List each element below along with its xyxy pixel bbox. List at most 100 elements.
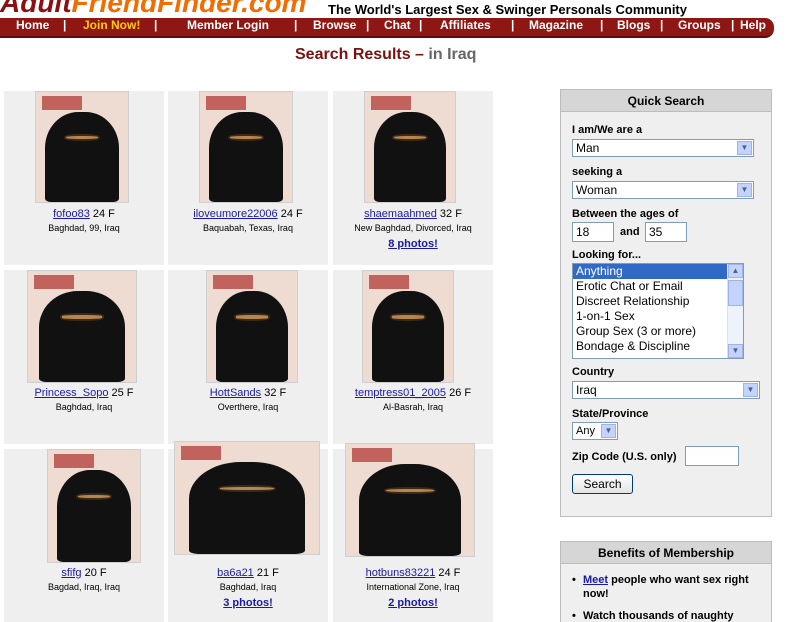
nav-browse[interactable]: Browse [313, 18, 356, 36]
chevron-down-icon[interactable]: ▼ [728, 344, 743, 358]
iam-label: I am/We are a [572, 124, 643, 136]
scrollbar-thumb[interactable] [728, 280, 743, 306]
meet-link[interactable]: Meet [583, 574, 608, 586]
profile-photo[interactable] [362, 270, 454, 383]
photos-link[interactable]: 2 photos! [333, 597, 493, 609]
listbox-option[interactable]: 1-on-1 Sex [573, 309, 743, 324]
age-gender: 24 F [92, 208, 115, 220]
listbox-option[interactable]: Group Sex (3 or more) [573, 324, 743, 339]
photo-eyes [75, 492, 113, 501]
photo-figure [374, 111, 446, 202]
chevron-down-icon: ▼ [601, 424, 616, 438]
country-select[interactable]: Iraq ▼ [572, 381, 760, 399]
profile-photo[interactable] [364, 91, 456, 203]
nav-separator: | [600, 18, 604, 32]
nav-help[interactable]: Help [740, 18, 766, 36]
profile-photo[interactable] [345, 443, 475, 557]
user-location: Al-Basrah, Iraq [382, 402, 444, 412]
username-link[interactable]: temptress01_2005 [355, 387, 446, 399]
logo-part-1: Adult [0, 0, 72, 14]
photo-figure [57, 470, 131, 562]
result-card: ba6a21 21 F Baghdad, Iraq 3 photos! [168, 441, 328, 622]
iam-select-value: Man [576, 141, 600, 155]
username-line: temptress01_2005 26 F [333, 387, 493, 399]
nav-groups[interactable]: Groups [678, 18, 721, 36]
nav-affiliates[interactable]: Affiliates [440, 18, 491, 36]
photos-link[interactable]: 8 photos! [333, 238, 493, 250]
nav-separator: | [294, 18, 298, 32]
photo-background-text [181, 446, 221, 460]
profile-photo[interactable] [35, 91, 129, 203]
result-card: sfifg 20 F Bagdad, Iraq, Iraq [4, 449, 164, 622]
photo-figure [38, 290, 126, 382]
profile-photo[interactable] [206, 270, 298, 383]
profile-photo[interactable] [174, 441, 320, 555]
username-link[interactable]: ba6a21 [217, 567, 254, 579]
site-logo[interactable]: AdultFriendFinder.com [0, 0, 306, 14]
nav-separator: | [660, 18, 664, 32]
username-link[interactable]: fofoo83 [53, 208, 90, 220]
user-location: Baghdad, Iraq [55, 402, 113, 412]
username-link[interactable]: sfifg [61, 567, 81, 579]
listbox-option[interactable]: Discreet Relationship [573, 294, 743, 309]
nav-home[interactable]: Home [16, 18, 49, 36]
result-card: shaemaahmed 32 F New Baghdad, Divorced, … [333, 91, 493, 265]
chevron-up-icon[interactable]: ▲ [728, 264, 743, 278]
age-max-input[interactable]: 35 [645, 222, 687, 242]
nav-separator: | [63, 18, 67, 32]
looking-for-listbox[interactable]: Anything Erotic Chat or Email Discreet R… [572, 263, 744, 359]
age-min-input[interactable]: 18 [572, 222, 614, 242]
quick-search-panel: Quick Search I am/We are a Man ▼ seeking… [560, 89, 772, 517]
photos-link[interactable]: 3 photos! [168, 597, 328, 609]
profile-photo[interactable] [27, 270, 137, 383]
listbox-option[interactable]: Erotic Chat or Email [573, 279, 743, 294]
seeking-select[interactable]: Woman ▼ [572, 181, 754, 199]
nav-magazine[interactable]: Magazine [529, 18, 583, 36]
profile-photo[interactable] [199, 91, 293, 203]
nav-separator: | [731, 18, 735, 32]
state-label: State/Province [572, 408, 649, 420]
profile-photo[interactable] [47, 449, 141, 563]
username-link[interactable]: shaemaahmed [364, 208, 437, 220]
listbox-option[interactable]: Bondage & Discipline [573, 339, 743, 354]
country-select-value: Iraq [576, 383, 597, 397]
zip-label: Zip Code (U.S. only) [572, 451, 677, 463]
listbox-option[interactable]: Anything [573, 264, 743, 279]
nav-chat[interactable]: Chat [384, 18, 411, 36]
nav-blogs[interactable]: Blogs [617, 18, 650, 36]
logo-part-2: FriendFinder.com [72, 0, 307, 14]
page-title: Search Results – in Iraq [295, 46, 476, 64]
age-gender: 24 F [280, 208, 303, 220]
search-button[interactable]: Search [572, 474, 633, 494]
state-select-value: Any [576, 425, 595, 437]
result-card: HottSands 32 F Overthere, Iraq [168, 270, 328, 444]
username-line: iloveumore22006 24 F [168, 208, 328, 220]
username-link[interactable]: HottSands [210, 387, 261, 399]
photo-figure [358, 464, 462, 556]
photo-eyes [218, 484, 276, 493]
benefits-title: Benefits of Membership [561, 542, 771, 564]
listbox-scrollbar[interactable]: ▲ ▼ [727, 264, 743, 358]
chevron-down-icon: ▼ [737, 183, 752, 197]
photo-eyes [384, 486, 436, 495]
nav-separator: | [154, 18, 158, 32]
nav-member-login[interactable]: Member Login [187, 18, 269, 36]
nav-separator: | [511, 18, 515, 32]
zip-input[interactable] [685, 446, 739, 466]
username-link[interactable]: iloveumore22006 [193, 208, 277, 220]
username-link[interactable]: hotbuns83221 [366, 567, 436, 579]
user-location: Baquabah, Texas, Iraq [203, 223, 293, 233]
state-select[interactable]: Any ▼ [572, 422, 618, 440]
photo-background-text [34, 275, 74, 289]
photo-figure [216, 290, 288, 382]
age-gender: 32 F [264, 387, 287, 399]
main-nav: Home | Join Now! | Member Login | Browse… [0, 18, 774, 38]
username-link[interactable]: Princess_Sopo [34, 387, 108, 399]
age-gender: 32 F [439, 208, 462, 220]
photo-eyes [234, 313, 270, 321]
age-gender: 21 F [256, 567, 279, 579]
photo-background-text [213, 275, 253, 289]
nav-join-now[interactable]: Join Now! [83, 18, 140, 36]
benefit-item: Meet people who want sex right now! [572, 573, 763, 601]
iam-select[interactable]: Man ▼ [572, 139, 754, 157]
